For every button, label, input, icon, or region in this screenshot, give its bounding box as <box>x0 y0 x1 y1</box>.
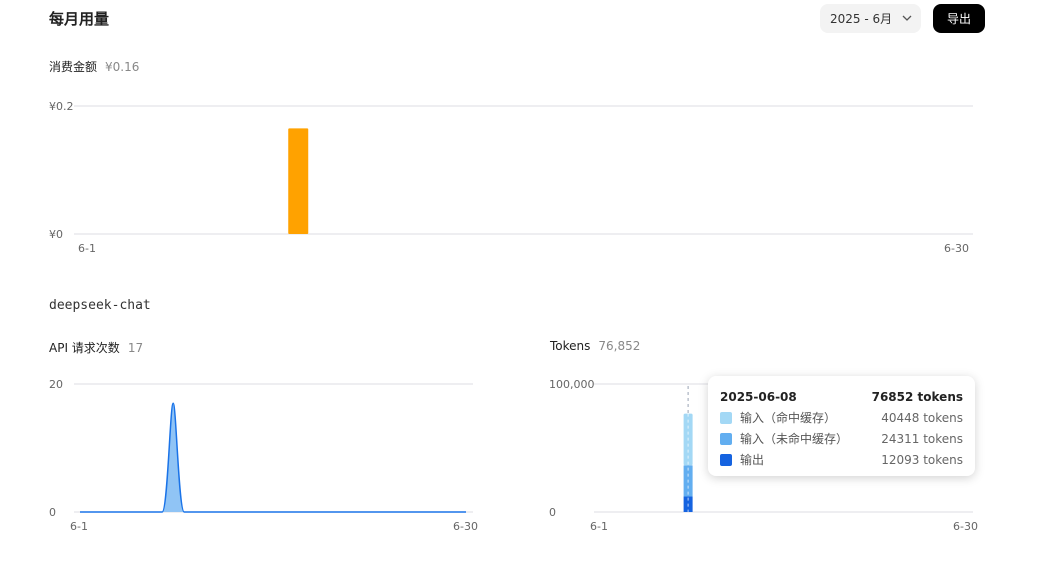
requests-y-tick-top: 20 <box>49 378 63 391</box>
tokens-y-tick-top: 100,000 <box>549 378 595 391</box>
tooltip-row: 输入（未命中缓存） 24311 tokens <box>720 428 963 449</box>
requests-x-tick-end: 6-30 <box>453 520 478 533</box>
cost-chart: ¥0.2 ¥0 6-1 6-30 <box>49 100 973 255</box>
legend-swatch <box>720 411 732 424</box>
tooltip-row-name: 输入（未命中缓存） <box>740 432 849 446</box>
tooltip-row-name: 输出 <box>740 453 765 467</box>
tooltip-total: 76852 tokens <box>871 389 963 404</box>
requests-area <box>80 403 466 512</box>
tokens-y-tick-zero: 0 <box>549 506 556 519</box>
tokens-x-tick-start: 6-1 <box>590 520 608 533</box>
tooltip-row: 输入（命中缓存） 40448 tokens <box>720 407 963 428</box>
requests-x-tick-start: 6-1 <box>70 520 88 533</box>
legend-swatch <box>720 432 732 445</box>
tooltip-row-value: 24311 tokens <box>881 431 963 446</box>
tooltip-row-value: 40448 tokens <box>881 410 963 425</box>
cost-bar[interactable] <box>288 128 309 234</box>
usage-charts: ¥0.2 ¥0 6-1 6-30 20 0 6-1 6-30 100,000 0… <box>49 100 978 533</box>
cost-x-tick-end: 6-30 <box>944 242 969 255</box>
cost-x-tick-start: 6-1 <box>78 242 96 255</box>
tooltip-date: 2025-06-08 <box>720 389 797 404</box>
requests-line[interactable] <box>80 402 466 513</box>
requests-y-tick-zero: 0 <box>49 506 56 519</box>
tooltip-row-name: 输入（命中缓存） <box>740 411 837 425</box>
tooltip-header: 2025-06-08 76852 tokens <box>720 386 963 407</box>
legend-swatch <box>720 453 732 466</box>
tokens-tooltip: 2025-06-08 76852 tokens 输入（命中缓存） 40448 t… <box>708 376 975 476</box>
cost-y-tick-top: ¥0.2 <box>49 100 74 113</box>
requests-chart: 20 0 6-1 6-30 <box>49 378 478 533</box>
tokens-x-tick-end: 6-30 <box>953 520 978 533</box>
tooltip-row: 输出 12093 tokens <box>720 449 963 470</box>
cost-y-tick-zero: ¥0 <box>49 228 63 241</box>
tooltip-row-value: 12093 tokens <box>881 452 963 467</box>
